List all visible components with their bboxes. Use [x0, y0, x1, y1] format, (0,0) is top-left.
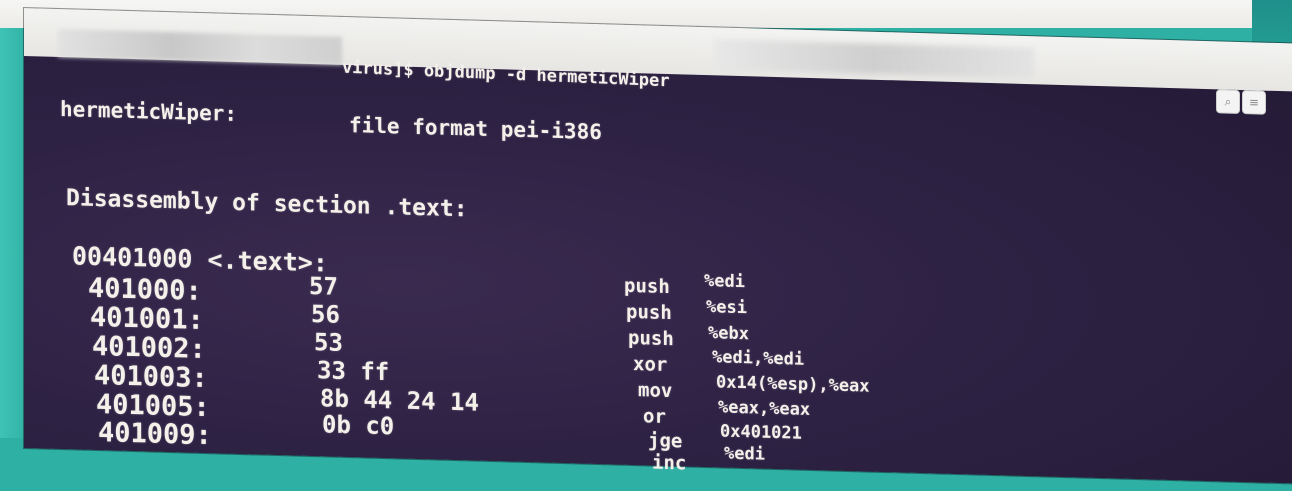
instr-mnemonic: mov: [638, 379, 673, 403]
instr-operands: %edi: [704, 270, 745, 293]
instr-operands: %edi,%edi: [712, 347, 805, 370]
instr-operands: %esi: [706, 297, 747, 319]
symbol-label: 00401000 <.text>:: [72, 241, 328, 278]
instr-bytes: 56: [311, 300, 340, 329]
terminal-window: ⌕ ≡ virus]$ objdump -d hermeticWiper her…: [24, 8, 1292, 484]
instr-mnemonic: xor: [633, 353, 668, 376]
instr-bytes: 33 ff: [317, 356, 390, 387]
instr-operands: %ebx: [708, 323, 749, 345]
instr-operands: %eax,%eax: [718, 397, 811, 420]
instr-bytes: 57: [309, 271, 338, 301]
instr-mnemonic: push: [624, 274, 670, 299]
instr-operands: 0x14(%esp),%eax: [716, 372, 870, 397]
instr-mnemonic: push: [626, 300, 672, 325]
hamburger-menu-icon: ≡: [1248, 95, 1260, 110]
section-heading: Disassembly of section .text:: [66, 185, 468, 223]
file-format: file format pei-i386: [349, 113, 602, 145]
instr-mnemonic: push: [628, 326, 674, 351]
search-icon: ⌕: [1224, 94, 1232, 109]
instr-bytes: 0b c0: [322, 410, 395, 441]
instr-operands: 0x401021: [720, 421, 802, 444]
instr-address: 401009:: [98, 417, 212, 452]
menu-button[interactable]: ≡: [1242, 90, 1266, 115]
instr-mnemonic: or: [643, 405, 666, 428]
file-label: hermeticWiper:: [60, 97, 238, 126]
instr-mnemonic: inc: [652, 451, 687, 475]
search-button[interactable]: ⌕: [1216, 89, 1240, 114]
instr-operands: %edi: [724, 443, 765, 465]
instr-bytes: 53: [314, 328, 343, 357]
instr-mnemonic: jge: [648, 429, 683, 453]
